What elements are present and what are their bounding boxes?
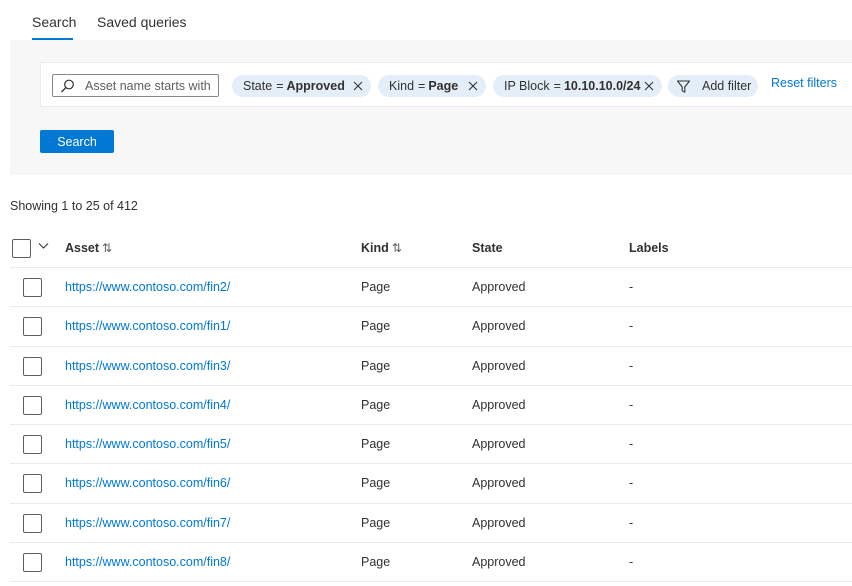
labels-cell: - — [629, 358, 634, 373]
row-checkbox[interactable] — [23, 513, 42, 533]
row-checkbox[interactable] — [23, 553, 42, 573]
filter-pill-state[interactable]: State = Approved — [232, 75, 371, 97]
table-row[interactable]: https://www.contoso.com/fin3/ Page Appro… — [10, 347, 852, 386]
tab-bar: Search Saved queries — [0, 0, 852, 40]
asset-link[interactable]: https://www.contoso.com/fin2/ — [65, 280, 230, 294]
asset-link[interactable]: https://www.contoso.com/fin7/ — [65, 516, 230, 530]
labels-cell: - — [629, 319, 634, 334]
filter-pill-ip-block[interactable]: IP Block = 10.10.10.0/24 — [493, 75, 662, 97]
filter-row: State = Approved Kind = Page IP Block = … — [40, 62, 852, 107]
kind-cell: Page — [361, 437, 391, 452]
filter-icon — [676, 80, 691, 93]
close-icon[interactable] — [642, 79, 656, 93]
table-row[interactable]: https://www.contoso.com/fin7/ Page Appro… — [10, 504, 852, 544]
state-cell: Approved — [472, 515, 526, 530]
asset-link[interactable]: https://www.contoso.com/fin1/ — [65, 319, 230, 333]
column-header-asset-label: Asset — [65, 241, 100, 255]
search-button[interactable]: Search — [40, 130, 114, 153]
filter-pill-key: State — [243, 79, 273, 93]
kind-cell: Page — [361, 476, 391, 491]
asset-link[interactable]: https://www.contoso.com/fin3/ — [65, 359, 230, 373]
state-cell: Approved — [472, 555, 526, 570]
filter-pill-value: 10.10.10.0/24 — [563, 79, 641, 93]
row-checkbox[interactable] — [23, 317, 42, 337]
labels-cell: - — [629, 476, 634, 491]
table-header: Asset ⇅ Kind ⇅ State Labels — [10, 229, 852, 268]
asset-link[interactable]: https://www.contoso.com/fin4/ — [65, 398, 230, 412]
sort-icon[interactable]: ⇅ — [102, 241, 112, 255]
results-count: Showing 1 to 25 of 412 — [10, 199, 138, 213]
kind-cell: Page — [361, 397, 391, 412]
state-cell: Approved — [472, 437, 526, 452]
labels-cell: - — [629, 280, 634, 294]
row-checkbox[interactable] — [23, 474, 42, 494]
search-icon — [61, 79, 74, 93]
column-header-labels[interactable]: Labels — [629, 241, 669, 255]
asset-search-input[interactable] — [85, 76, 215, 95]
column-header-kind-label: Kind — [361, 241, 389, 255]
row-checkbox[interactable] — [23, 278, 42, 297]
table-row[interactable]: https://www.contoso.com/fin1/ Page Appro… — [10, 307, 852, 347]
state-cell: Approved — [472, 358, 526, 373]
asset-link[interactable]: https://www.contoso.com/fin5/ — [65, 437, 230, 451]
filter-pill-key: IP Block — [504, 79, 550, 93]
assets-table: Asset ⇅ Kind ⇅ State Labels https://www.co… — [10, 229, 852, 583]
kind-cell: Page — [361, 358, 391, 373]
filter-panel: State = Approved Kind = Page IP Block = … — [10, 40, 852, 175]
chevron-down-icon[interactable] — [38, 242, 49, 250]
filter-pill-kind[interactable]: Kind = Page — [378, 75, 486, 97]
filter-pill-operator: = — [553, 79, 561, 93]
reset-filters-link[interactable]: Reset filters — [771, 76, 837, 90]
labels-cell: - — [629, 397, 634, 412]
sort-icon[interactable]: ⇅ — [392, 241, 402, 255]
filter-pill-operator: = — [276, 79, 284, 93]
filter-pill-operator: = — [418, 79, 426, 93]
close-icon[interactable] — [466, 79, 480, 93]
asset-link[interactable]: https://www.contoso.com/fin8/ — [65, 555, 230, 569]
asset-link[interactable]: https://www.contoso.com/fin6/ — [65, 476, 230, 490]
tab-search[interactable]: Search — [32, 14, 76, 30]
add-filter-label: Add filter — [702, 79, 752, 93]
filter-pill-key: Kind — [389, 79, 415, 93]
select-all-checkbox[interactable] — [12, 239, 31, 258]
close-icon[interactable] — [351, 79, 365, 93]
table-row[interactable]: https://www.contoso.com/fin2/ Page Appro… — [10, 268, 852, 308]
row-checkbox[interactable] — [23, 395, 42, 415]
state-cell: Approved — [472, 476, 526, 491]
labels-cell: - — [629, 437, 634, 452]
asset-search-box[interactable] — [52, 74, 219, 97]
kind-cell: Page — [361, 515, 391, 530]
filter-pill-value: Approved — [286, 79, 345, 93]
table-row[interactable]: https://www.contoso.com/fin6/ Page Appro… — [10, 464, 852, 504]
kind-cell: Page — [361, 555, 391, 570]
state-cell: Approved — [472, 280, 526, 294]
add-filter-button[interactable]: Add filter — [668, 75, 758, 97]
tab-saved-queries[interactable]: Saved queries — [97, 14, 187, 30]
table-row[interactable]: https://www.contoso.com/fin4/ Page Appro… — [10, 386, 852, 426]
state-cell: Approved — [472, 319, 526, 334]
column-header-state[interactable]: State — [472, 241, 503, 255]
kind-cell: Page — [361, 280, 391, 294]
table-row[interactable]: https://www.contoso.com/fin5/ Page Appro… — [10, 425, 852, 465]
row-checkbox[interactable] — [23, 435, 42, 455]
kind-cell: Page — [361, 319, 391, 334]
labels-cell: - — [629, 555, 634, 570]
filter-pill-value: Page — [428, 79, 459, 93]
row-checkbox[interactable] — [23, 356, 42, 376]
column-header-asset[interactable]: Asset ⇅ — [65, 241, 112, 255]
column-header-kind[interactable]: Kind ⇅ — [361, 241, 402, 255]
labels-cell: - — [629, 515, 634, 530]
state-cell: Approved — [472, 397, 526, 412]
table-row[interactable]: https://www.contoso.com/fin8/ Page Appro… — [10, 543, 852, 583]
